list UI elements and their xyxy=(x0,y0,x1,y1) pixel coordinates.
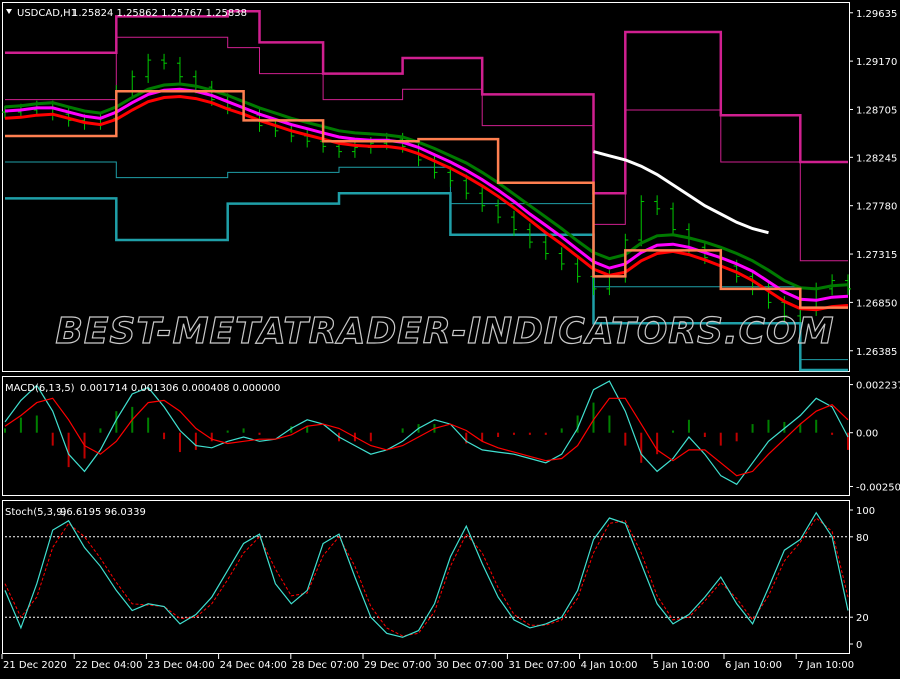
price-tick-label: 1.29635 xyxy=(856,9,897,20)
price-tick-label: 1.28245 xyxy=(856,153,897,164)
stoch-tick-label: 0 xyxy=(856,640,862,651)
time-axis-label: 7 Jan 10:00 xyxy=(797,660,854,671)
time-axis-label: 28 Dec 07:00 xyxy=(292,660,359,671)
price-tick-label: 1.26385 xyxy=(856,347,897,358)
symbol-label: USDCAD,H1 xyxy=(17,8,77,19)
macd-tick-label: -0.002501 xyxy=(856,482,900,493)
time-axis-label: 23 Dec 04:00 xyxy=(147,660,214,671)
time-axis-label: 4 Jan 10:00 xyxy=(581,660,638,671)
watermark: BEST-METATRADER-INDICATORS.COM xyxy=(55,311,834,352)
time-axis-label: 31 Dec 07:00 xyxy=(508,660,575,671)
stoch-tick-label: 20 xyxy=(856,613,869,624)
price-tick-label: 1.26850 xyxy=(856,298,897,309)
macd-tick-label: 0.002237 xyxy=(856,381,900,392)
macd-values: 0.001714 0.001306 0.000408 0.000000 xyxy=(80,383,280,394)
price-tick-label: 1.29170 xyxy=(856,57,897,68)
chart-canvas[interactable]: 1.29635 1.29170 1.28705 1.28245 1.27780 1.273… xyxy=(0,0,900,675)
macd-tick-label: 0.00 xyxy=(856,429,878,440)
ohlc-readout: 1.25824 1.25862 1.25767 1.25838 xyxy=(72,8,247,19)
price-tick-label: 1.27780 xyxy=(856,202,897,213)
price-tick-label: 1.27315 xyxy=(856,250,897,261)
macd-title: MACD(6,13,5) xyxy=(5,383,75,394)
time-axis-label: 5 Jan 10:00 xyxy=(653,660,710,671)
stoch-tick-label: 100 xyxy=(856,506,875,517)
time-axis-label: 29 Dec 07:00 xyxy=(364,660,431,671)
time-axis-label: 22 Dec 04:00 xyxy=(75,660,142,671)
time-axis-label: 21 Dec 2020 xyxy=(3,660,67,671)
chart-window[interactable]: 1.29635 1.29170 1.28705 1.28245 1.27780 1.273… xyxy=(0,0,900,675)
stoch-title: Stoch(5,3,9) xyxy=(5,507,67,518)
time-axis-label: 30 Dec 07:00 xyxy=(436,660,503,671)
time-axis-label: 24 Dec 04:00 xyxy=(220,660,287,671)
stoch-values: 96.6195 96.0339 xyxy=(60,507,146,518)
stoch-tick-label: 80 xyxy=(856,533,869,544)
time-axis-label: 6 Jan 10:00 xyxy=(725,660,782,671)
price-tick-label: 1.28705 xyxy=(856,105,897,116)
